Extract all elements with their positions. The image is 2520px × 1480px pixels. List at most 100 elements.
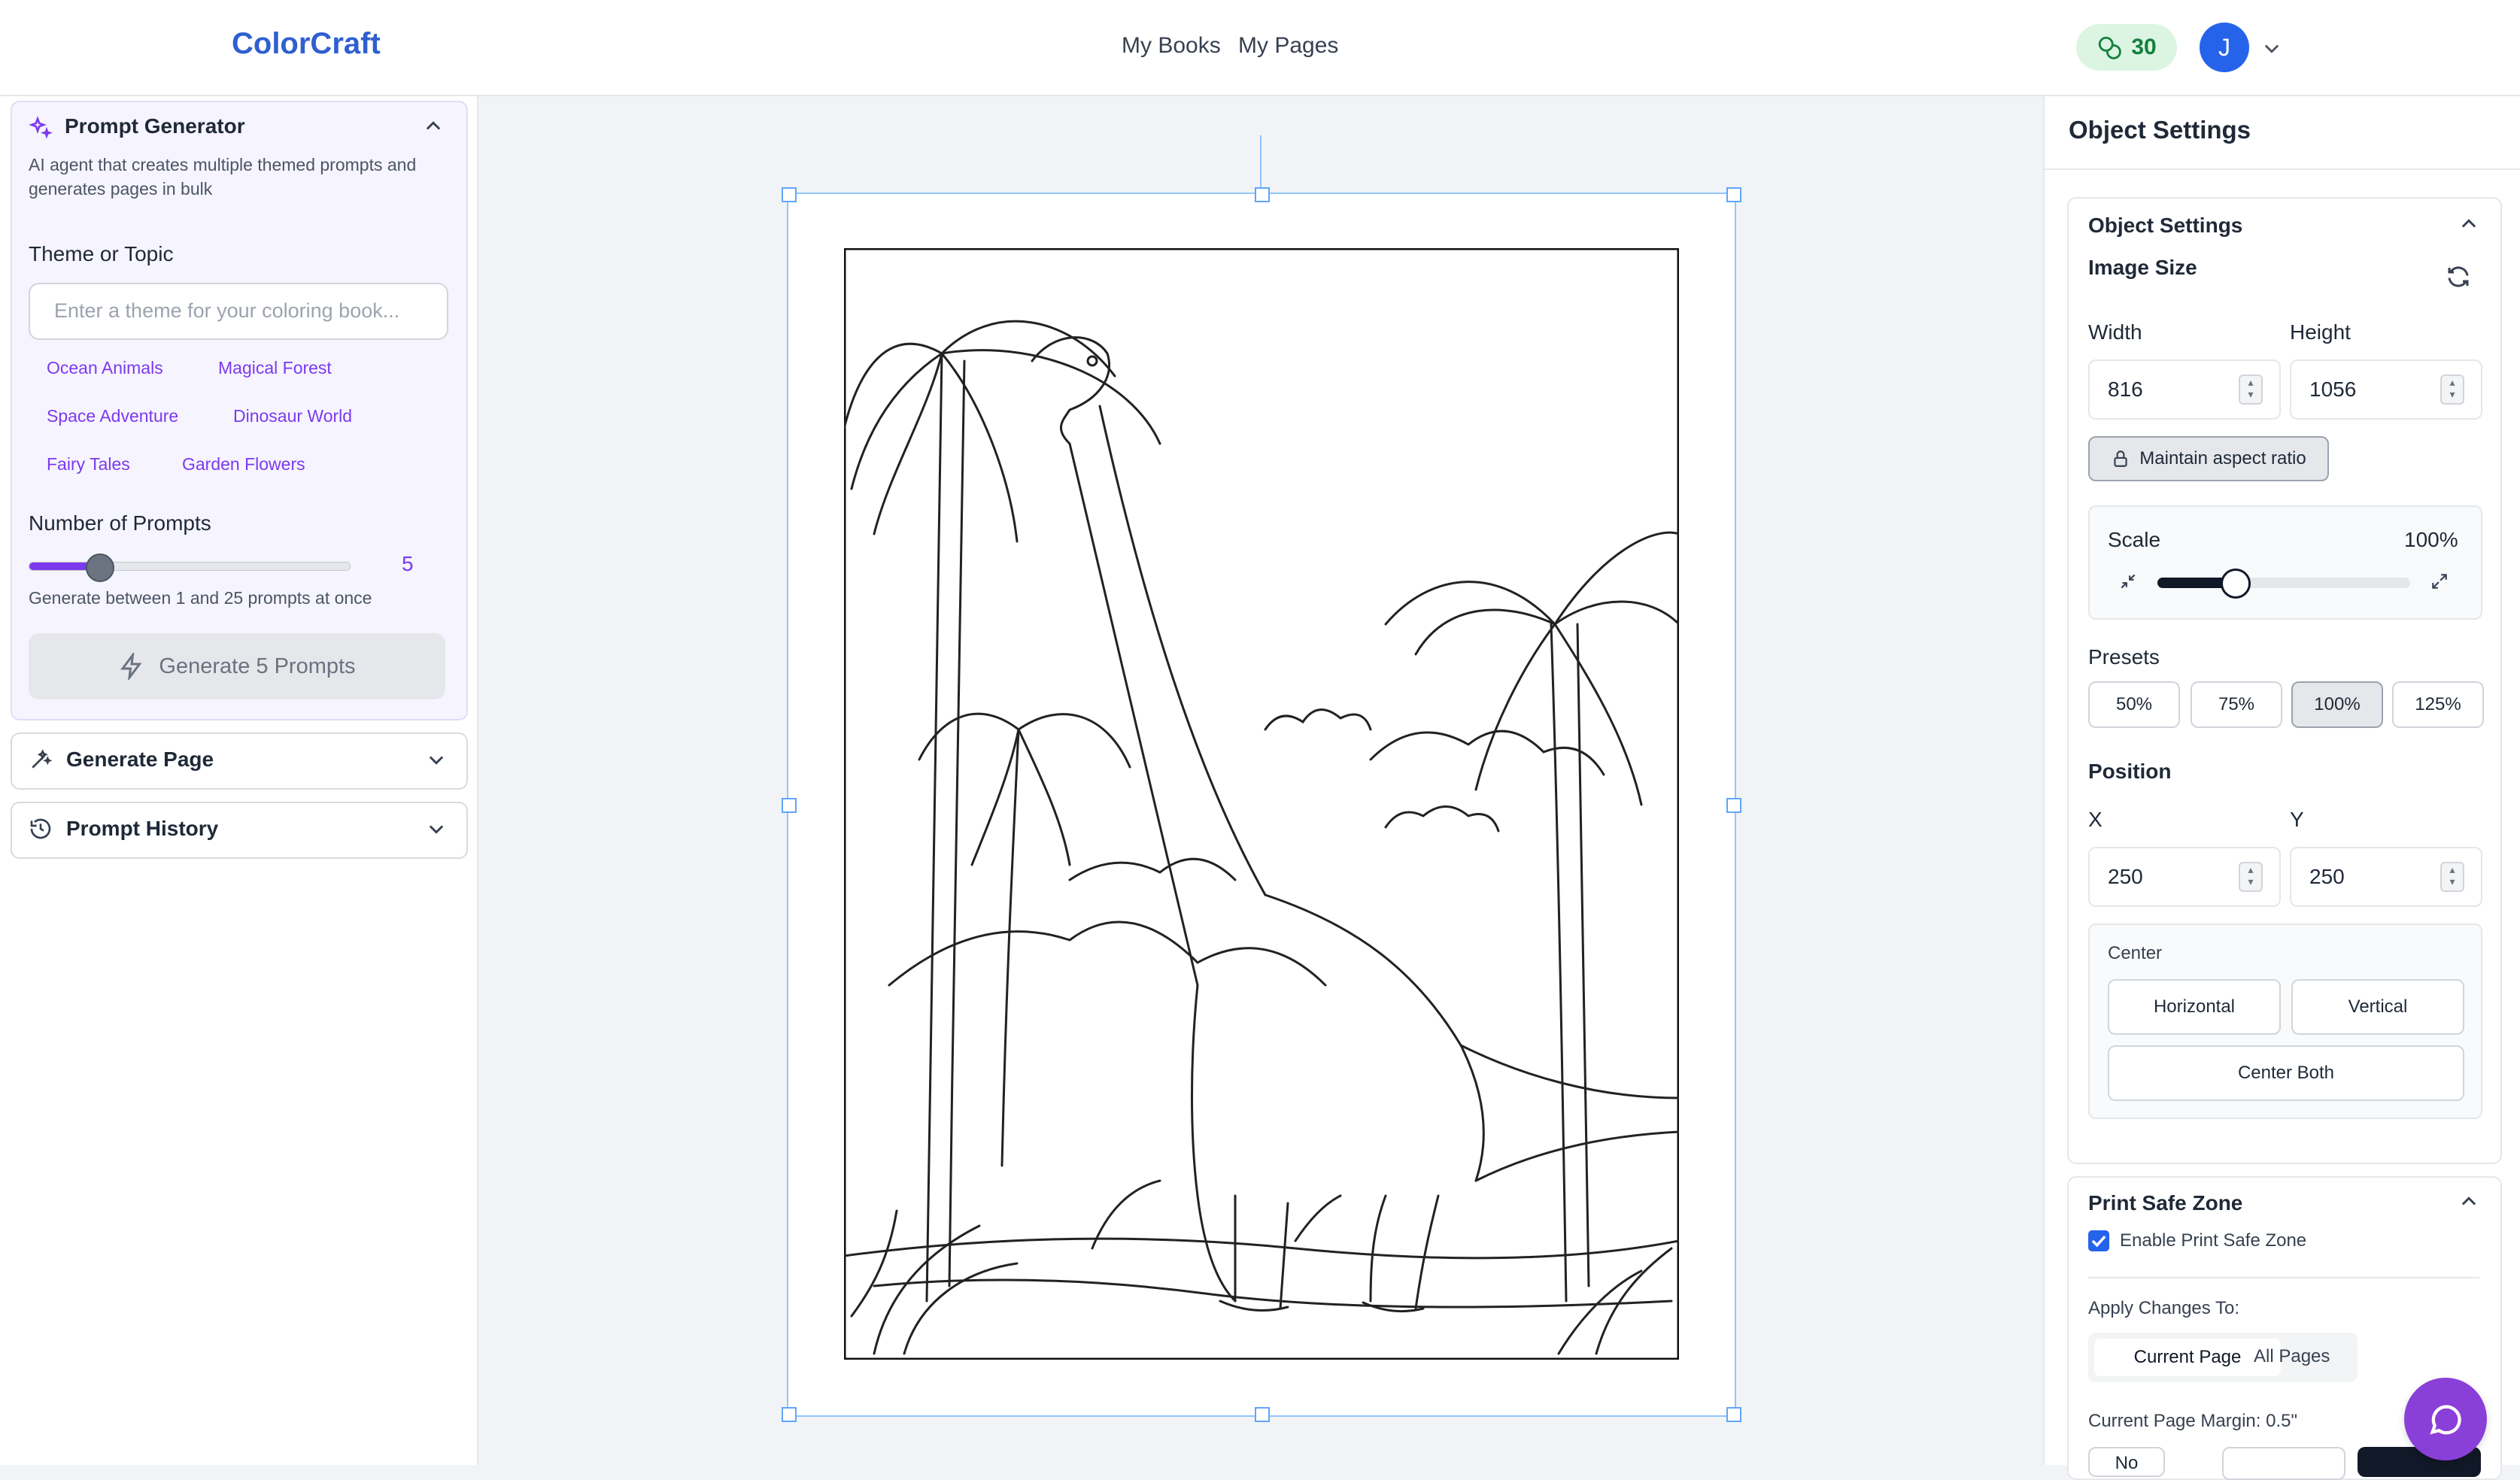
apply-current-page-button[interactable]: Current Page	[2094, 1339, 2281, 1376]
maintain-aspect-ratio-label: Maintain aspect ratio	[2139, 448, 2306, 469]
theme-placeholder: Enter a theme for your coloring book...	[54, 299, 400, 322]
height-label: Height	[2290, 320, 2351, 344]
object-settings-card-title[interactable]: Object Settings	[2088, 214, 2242, 238]
resize-handle-top-left[interactable]	[782, 187, 797, 202]
refresh-icon[interactable]	[2445, 263, 2472, 290]
resize-handle-top[interactable]	[1255, 187, 1270, 202]
theme-label: Theme or Topic	[29, 242, 174, 265]
generate-page-title: Generate Page	[66, 748, 214, 771]
apply-all-pages-button[interactable]: All Pages	[2254, 1346, 2330, 1367]
prompt-history-section[interactable]: Prompt History	[11, 802, 468, 859]
maintain-aspect-ratio-button[interactable]: Maintain aspect ratio	[2088, 436, 2329, 481]
wand-icon	[32, 749, 53, 769]
chip-ocean-animals[interactable]: Ocean Animals	[47, 358, 163, 378]
resize-handle-bottom[interactable]	[1255, 1407, 1270, 1422]
generate-prompts-button[interactable]: Generate 5 Prompts	[29, 633, 445, 699]
x-label: X	[2088, 808, 2103, 831]
user-avatar[interactable]: J	[2200, 23, 2249, 72]
center-vertical-button[interactable]: Vertical	[2291, 979, 2464, 1035]
chevron-down-icon[interactable]	[426, 749, 447, 770]
coloring-page-image[interactable]	[844, 248, 1679, 1360]
theme-input[interactable]: Enter a theme for your coloring book...	[29, 283, 448, 340]
chevron-down-icon[interactable]	[426, 818, 447, 839]
nav-my-pages[interactable]: My Pages	[1238, 33, 1338, 59]
chip-magical-forest[interactable]: Magical Forest	[218, 358, 332, 378]
center-horizontal-button[interactable]: Horizontal	[2108, 979, 2281, 1035]
current-page-margin-label: Current Page Margin: 0.5"	[2088, 1411, 2297, 1431]
center-both-button[interactable]: Center Both	[2108, 1045, 2464, 1101]
scale-slider[interactable]	[2157, 569, 2410, 599]
width-input[interactable]: 816 ▴ ▾	[2088, 359, 2281, 420]
chevron-down-icon[interactable]	[2261, 38, 2282, 59]
chevron-up-icon[interactable]	[423, 116, 444, 137]
presets-label: Presets	[2088, 645, 2160, 669]
enable-print-safe-zone-label[interactable]: Enable Print Safe Zone	[2120, 1230, 2306, 1251]
x-value: 250	[2108, 865, 2143, 888]
chat-button[interactable]	[2404, 1378, 2487, 1460]
prompt-history-title: Prompt History	[66, 817, 219, 840]
credits-badge[interactable]: 30	[2076, 24, 2177, 71]
expand-icon[interactable]	[2430, 572, 2449, 591]
y-input[interactable]: 250 ▴ ▾	[2290, 847, 2482, 907]
shrink-icon[interactable]	[2118, 572, 2138, 591]
prompt-count-slider[interactable]	[29, 553, 351, 582]
enable-print-safe-zone-checkbox[interactable]	[2088, 1230, 2109, 1251]
resize-handle-bottom-left[interactable]	[782, 1407, 797, 1422]
y-stepper[interactable]: ▴ ▾	[2440, 862, 2464, 892]
prompt-count-help: Generate between 1 and 25 prompts at onc…	[29, 588, 372, 608]
generate-page-section[interactable]: Generate Page	[11, 732, 468, 790]
preset-125[interactable]: 125%	[2392, 681, 2484, 728]
chevron-up-icon[interactable]	[2458, 1191, 2479, 1212]
lock-icon	[2114, 450, 2127, 467]
page-selection-frame[interactable]	[782, 187, 1741, 1422]
print-safe-zone-title[interactable]: Print Safe Zone	[2088, 1191, 2242, 1215]
prompt-generator-description-1: AI agent that creates multiple themed pr…	[29, 155, 417, 174]
prompt-generator-title[interactable]: Prompt Generator	[65, 114, 245, 138]
height-stepper[interactable]: ▴ ▾	[2440, 375, 2464, 405]
rotation-handle-line	[1260, 135, 1262, 193]
prompt-count-label: Number of Prompts	[29, 511, 211, 535]
height-input[interactable]: 1056 ▴ ▾	[2290, 359, 2482, 420]
image-size-heading: Image Size	[2088, 256, 2197, 279]
chip-space-adventure[interactable]: Space Adventure	[47, 406, 178, 426]
scale-label: Scale	[2108, 528, 2161, 551]
preset-75[interactable]: 75%	[2191, 681, 2282, 728]
generate-prompts-label: Generate 5 Prompts	[159, 654, 356, 678]
check-icon	[2091, 1235, 2106, 1248]
history-icon	[30, 818, 51, 839]
chat-icon	[2430, 1405, 2461, 1435]
preset-100[interactable]: 100%	[2291, 681, 2383, 728]
prompt-count-slider-thumb[interactable]	[86, 553, 114, 582]
x-input[interactable]: 250 ▴ ▾	[2088, 847, 2281, 907]
resize-handle-bottom-right[interactable]	[1726, 1407, 1741, 1422]
print-safe-divider	[2088, 1277, 2479, 1278]
center-label: Center	[2108, 943, 2163, 963]
chip-dinosaur-world[interactable]: Dinosaur World	[233, 406, 352, 426]
height-value: 1056	[2309, 378, 2357, 401]
prompt-count-value: 5	[402, 552, 414, 575]
position-heading: Position	[2088, 760, 2172, 783]
credits-count: 30	[2131, 35, 2157, 59]
x-stepper[interactable]: ▴ ▾	[2239, 862, 2263, 892]
resize-handle-right[interactable]	[1726, 798, 1741, 813]
chip-fairy-tales[interactable]: Fairy Tales	[47, 454, 130, 475]
object-panel-title: Object Settings	[2069, 116, 2251, 144]
scale-box	[2088, 505, 2482, 620]
scale-value: 100%	[2404, 528, 2458, 551]
panel-divider	[2043, 168, 2520, 170]
scale-slider-thumb[interactable]	[2221, 569, 2251, 599]
resize-handle-top-right[interactable]	[1726, 187, 1741, 202]
chevron-up-icon[interactable]	[2458, 214, 2479, 235]
coins-icon	[2099, 36, 2122, 59]
width-stepper[interactable]: ▴ ▾	[2239, 375, 2263, 405]
resize-handle-left[interactable]	[782, 798, 797, 813]
margin-option-2[interactable]	[2222, 1447, 2345, 1480]
y-value: 250	[2309, 865, 2345, 888]
apply-changes-label: Apply Changes To:	[2088, 1298, 2240, 1318]
margin-option-no[interactable]: No	[2088, 1447, 2165, 1477]
brand-logo[interactable]: ColorCraft	[232, 27, 381, 61]
width-label: Width	[2088, 320, 2142, 344]
nav-my-books[interactable]: My Books	[1122, 33, 1221, 59]
chip-garden-flowers[interactable]: Garden Flowers	[182, 454, 305, 475]
preset-50[interactable]: 50%	[2088, 681, 2180, 728]
